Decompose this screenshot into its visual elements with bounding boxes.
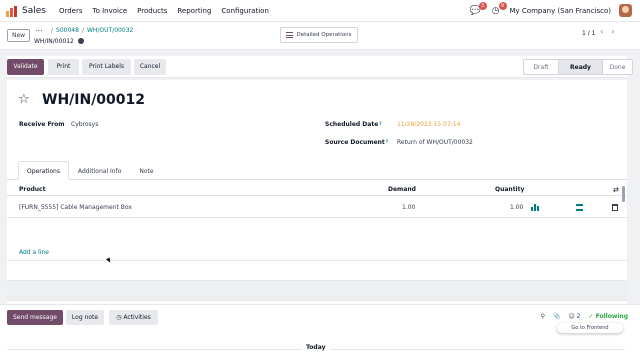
empty-row [7,280,627,301]
messages-icon[interactable]: 💬 3 [470,1,487,17]
optional-columns-icon[interactable]: ⇄ [613,186,619,194]
table-header: Product Demand Quantity ⇄ [7,182,627,196]
receive-from-label: Receive From [19,121,65,128]
stage-done[interactable]: Done [603,59,633,75]
activities-clock-icon[interactable]: ◷ 9 [490,1,507,17]
breadcrumb-ellipsis[interactable]: ... [35,24,43,33]
scheduled-date-field[interactable]: 11/28/2023 15:07:14 [397,121,460,128]
receive-from-field[interactable]: Cybrosys [71,121,98,128]
breadcrumb-sale-order[interactable]: S00048 [56,27,79,34]
followers-count: 2 [576,313,581,320]
app-name[interactable]: Sales [22,6,46,16]
empty-row [7,260,627,280]
menu-orders[interactable]: Orders [59,7,83,15]
activities-badge: 9 [498,1,507,10]
pager-arrows: ‹ › [600,27,614,36]
cancel-button[interactable]: Cancel [134,59,166,75]
send-message-button[interactable]: Send message [7,310,63,325]
breadcrumb-current: WH/IN/00012 [34,38,84,45]
search-icon[interactable]: ⚲ [541,313,545,320]
activities-label: Activities [123,314,151,321]
chatter-actions: ⚲ 📎 ☺ 2 ✓ Following [541,313,628,320]
row-demand[interactable]: 1.00 [402,204,415,211]
status-bar: Validate Print Print Labels Cancel Draft… [7,56,633,78]
validate-button[interactable]: Validate [7,59,44,75]
column-demand[interactable]: Demand [388,186,416,193]
stage-ready[interactable]: Ready [559,59,603,75]
list-icon [286,32,294,38]
print-labels-button[interactable]: Print Labels [82,59,131,75]
form-view: Validate Print Print Labels Cancel Draft… [7,56,633,304]
followers-button[interactable]: ☺ 2 [568,313,580,320]
following-label: Following [595,313,628,320]
go-to-frontend-tooltip[interactable]: Go to Frontend [557,323,623,333]
pager-previous-icon[interactable]: ‹ [600,27,603,36]
page-title: WH/IN/00012 [42,92,146,108]
top-navbar: Sales Orders To Invoice Products Reporti… [0,0,640,22]
tab-operations[interactable]: Operations [18,161,69,180]
column-quantity[interactable]: Quantity [495,186,524,193]
details-list-icon[interactable] [576,204,583,211]
print-button[interactable]: Print [48,59,79,75]
star-icon[interactable]: ☆ [18,92,30,108]
notebook-tabs: Operations Additional Info Note [18,161,163,180]
activities-button[interactable]: ◷ Activities [109,310,158,325]
help-icon[interactable]: ? [386,139,388,144]
control-panel: New ... / S00048/WH/OUT/00032 WH/IN/00012… [0,22,640,50]
detailed-operations-button[interactable]: Detailed Operations [280,27,358,43]
stage-pipeline: Draft Ready Done [523,59,633,75]
current-record-name: WH/IN/00012 [34,38,74,45]
tab-note[interactable]: Note [130,161,163,180]
source-document-field[interactable]: Return of WH/OUT/00032 [397,139,473,146]
scrollbar-thumb[interactable] [622,186,625,202]
today-label: Today [302,344,330,351]
trash-icon[interactable] [612,204,618,211]
detailed-operations-label: Detailed Operations [296,32,352,38]
gear-icon[interactable] [77,38,84,44]
help-icon[interactable]: ? [379,121,381,126]
scheduled-date-label: Scheduled Date? [325,121,382,128]
followers-icon: ☺ [568,313,575,320]
table-row[interactable]: [FURN_5555] Cable Management Box 1.00 1.… [7,198,627,218]
row-quantity[interactable]: 1.00 [510,204,523,211]
menu-to-invoice[interactable]: To Invoice [93,7,128,15]
source-document-label: Source Document? [325,139,389,146]
add-line-link[interactable]: Add a line [19,249,49,256]
pager-value[interactable]: 1 / 1 [582,30,595,37]
menu-products[interactable]: Products [137,7,167,15]
following-button[interactable]: ✓ Following [588,313,628,320]
company-switcher[interactable]: My Company (San Francisco) [510,7,611,15]
log-note-button[interactable]: Log note [66,310,104,325]
stage-draft[interactable]: Draft [523,59,559,75]
chatter: Send message Log note ◷ Activities ⚲ 📎 ☺… [0,304,640,360]
form-sheet: ☆ WH/IN/00012 Receive From Cybrosys Sche… [7,80,627,304]
user-avatar[interactable] [619,4,632,17]
breadcrumb: / S00048/WH/OUT/00032 [51,27,134,34]
column-product[interactable]: Product [19,186,45,193]
tab-additional-info[interactable]: Additional Info [69,161,131,180]
pager-next-icon[interactable]: › [611,27,614,36]
breadcrumb-delivery[interactable]: WH/OUT/00032 [87,27,133,34]
row-product[interactable]: [FURN_5555] Cable Management Box [19,204,132,211]
new-button[interactable]: New [7,29,30,42]
forecast-chart-icon[interactable] [531,203,540,211]
apps-menu-icon[interactable] [6,5,18,17]
paperclip-icon[interactable]: 📎 [553,313,560,320]
menu-reporting[interactable]: Reporting [177,7,211,15]
messages-badge: 3 [478,1,487,10]
menu-configuration[interactable]: Configuration [221,7,268,15]
